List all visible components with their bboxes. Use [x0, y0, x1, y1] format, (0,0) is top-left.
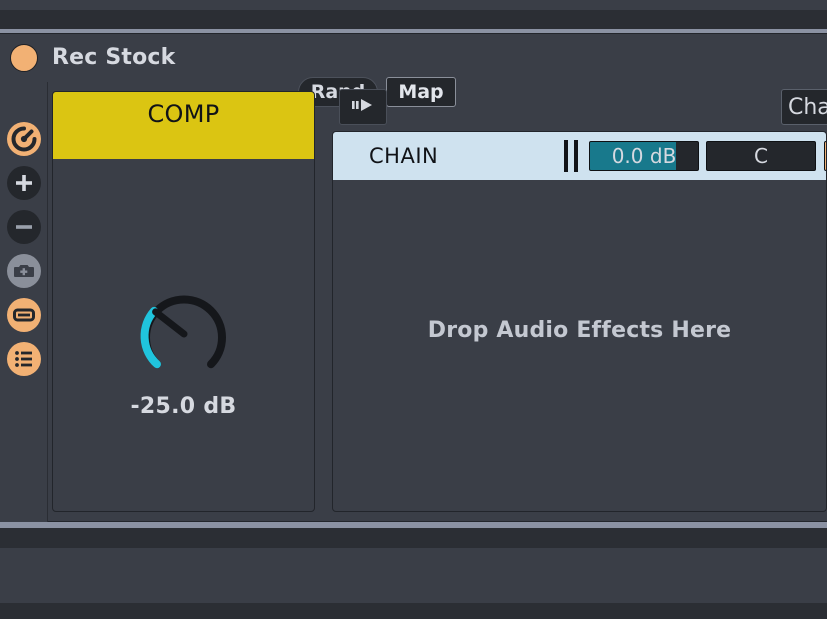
chain-area: Chain CHAIN 0.0 dB C: [331, 82, 827, 523]
bottom-chrome-band-a: [0, 528, 827, 548]
macro-knob[interactable]: [132, 282, 236, 390]
macro-panel-comp[interactable]: COMP -25.0 dB: [52, 91, 315, 512]
chain-toolbar: Chain: [331, 82, 827, 131]
ableton-device-rack: Rec Stock Rand Map COMP -25.0 dB Ch CHAI…: [0, 0, 827, 619]
macro-knob-value: -25.0 dB: [130, 394, 237, 419]
record-loop-icon: [11, 126, 37, 152]
list-view-button[interactable]: [7, 342, 41, 376]
top-chrome-strip: [0, 0, 827, 10]
chain-list-button[interactable]: Chain: [781, 89, 827, 125]
drop-audio-effects-hint: Drop Audio Effects Here: [427, 318, 732, 343]
device-panel: Rec Stock Rand Map COMP -25.0 dB Ch CHAI…: [0, 33, 827, 523]
chain-list-button-label: Chain: [788, 94, 827, 120]
minus-icon: [13, 216, 35, 238]
macro-knob-wrap: -25.0 dB: [53, 282, 314, 419]
device-titlebar: Rec Stock: [0, 34, 827, 82]
play-pause-icon: [351, 96, 375, 118]
remove-macro-button[interactable]: [7, 210, 41, 244]
add-macro-button[interactable]: [7, 166, 41, 200]
bottom-chrome-band-b: [0, 548, 827, 603]
plus-icon: [13, 172, 35, 194]
macro-view-button[interactable]: [7, 298, 41, 332]
list-view-icon: [12, 347, 36, 371]
top-chrome-band: [0, 10, 827, 29]
device-title: Rec Stock: [52, 45, 176, 70]
device-color-dot[interactable]: [10, 44, 38, 72]
bottom-chrome-band-c: [0, 603, 827, 619]
macro-panel-header[interactable]: COMP: [53, 92, 314, 159]
macro-panel-title: COMP: [147, 100, 220, 128]
chain-list-box: CHAIN 0.0 dB C Drop Audio Effects Here: [332, 131, 827, 512]
camera-snapshot-icon: [13, 260, 35, 282]
record-loop-icon-button[interactable]: [7, 122, 41, 156]
macro-view-icon: [12, 303, 36, 327]
snapshot-button[interactable]: [7, 254, 41, 288]
play-pause-button[interactable]: [339, 89, 387, 125]
device-icon-rail: [0, 82, 48, 523]
